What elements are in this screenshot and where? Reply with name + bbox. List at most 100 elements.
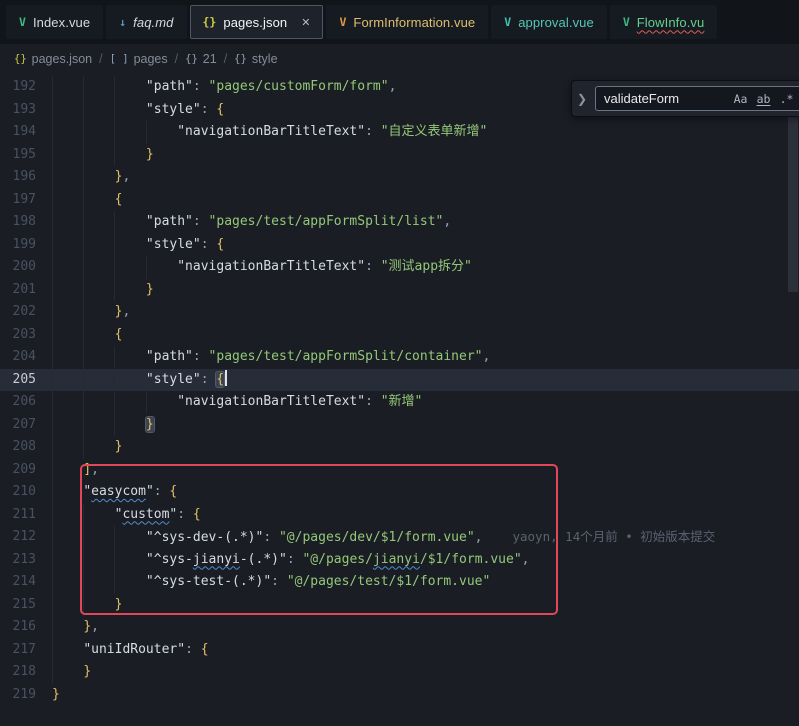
code-line[interactable]: 195 } — [0, 144, 799, 167]
regex-toggle[interactable]: .* — [776, 88, 797, 109]
indent-guide — [52, 459, 53, 482]
breadcrumb-item-21[interactable]: {}21 — [185, 52, 217, 66]
code-token: } — [146, 417, 154, 432]
toggle-replace-chevron-icon[interactable]: ❯ — [577, 92, 589, 106]
tab-label: faq.md — [133, 15, 173, 30]
code-token: jianyi — [373, 552, 420, 567]
line-number[interactable]: 219 — [0, 684, 52, 707]
breadcrumb-item-pages-json[interactable]: {}pages.json — [14, 52, 92, 66]
line-number[interactable]: 202 — [0, 301, 52, 324]
code-line[interactable]: 204 "path": "pages/test/appFormSplit/con… — [0, 346, 799, 369]
line-number[interactable]: 199 — [0, 234, 52, 257]
whole-word-toggle[interactable]: ab — [753, 88, 774, 109]
code-token: "@/pages/ — [302, 552, 372, 567]
line-number[interactable]: 217 — [0, 639, 52, 662]
line-number[interactable]: 194 — [0, 121, 52, 144]
code-line[interactable]: 215 } — [0, 594, 799, 617]
code-line[interactable]: 197 { — [0, 189, 799, 212]
vue-icon: V — [339, 15, 346, 29]
code-token: : — [154, 484, 170, 499]
line-number[interactable]: 215 — [0, 594, 52, 617]
tab-faq-md[interactable]: ↓faq.md — [106, 5, 186, 39]
code-token: "^sys-test-(.*)" — [146, 574, 271, 589]
code-line[interactable]: 209 ], — [0, 459, 799, 482]
code-text: "custom": { — [52, 504, 799, 527]
code-line[interactable]: 214 "^sys-test-(.*)": "@/pages/test/$1/f… — [0, 571, 799, 594]
line-number[interactable]: 196 — [0, 166, 52, 189]
code-line[interactable]: 207 } — [0, 414, 799, 437]
code-line[interactable]: 205 "style": { — [0, 369, 799, 392]
line-number[interactable]: 210 — [0, 481, 52, 504]
tab-index-vue[interactable]: VIndex.vue — [6, 5, 103, 39]
vue-icon: V — [19, 15, 26, 29]
line-number[interactable]: 193 — [0, 99, 52, 122]
find-input[interactable]: validateForm Aaab.* — [595, 86, 799, 111]
editor[interactable]: 192 "path": "pages/customForm/form",193 … — [0, 74, 799, 726]
line-number[interactable]: 218 — [0, 661, 52, 684]
line-number[interactable]: 216 — [0, 616, 52, 639]
line-number[interactable]: 212 — [0, 526, 52, 549]
line-number[interactable]: 200 — [0, 256, 52, 279]
line-number[interactable]: 203 — [0, 324, 52, 347]
code-token: , — [522, 552, 530, 567]
indent-guide — [52, 99, 53, 122]
code-line[interactable]: 199 "style": { — [0, 234, 799, 257]
line-number[interactable]: 211 — [0, 504, 52, 527]
breadcrumb-item-pages[interactable]: [ ]pages — [110, 52, 168, 66]
code-token — [52, 462, 83, 477]
code-token: "pages/customForm/form" — [209, 79, 389, 94]
code-line[interactable]: 212 "^sys-dev-(.*)": "@/pages/dev/$1/for… — [0, 526, 799, 549]
match-case-toggle[interactable]: Aa — [730, 88, 751, 109]
code-line[interactable]: 196 }, — [0, 166, 799, 189]
scrollbar[interactable] — [787, 74, 799, 726]
code-line[interactable]: 202 }, — [0, 301, 799, 324]
code-line[interactable]: 219} — [0, 684, 799, 707]
tab-flowinfo-vu[interactable]: VFlowInfo.vu — [610, 5, 718, 39]
code-token: "style" — [146, 372, 201, 387]
code-line[interactable]: 216 }, — [0, 616, 799, 639]
line-number[interactable]: 209 — [0, 459, 52, 482]
code-line[interactable]: 206 "navigationBarTitleText": "新增" — [0, 391, 799, 414]
line-number[interactable]: 213 — [0, 549, 52, 572]
line-number[interactable]: 192 — [0, 76, 52, 99]
line-number[interactable]: 205 — [0, 369, 52, 392]
symbol-object-icon: {} — [234, 53, 247, 65]
line-number[interactable]: 214 — [0, 571, 52, 594]
code-line[interactable]: 201 } — [0, 279, 799, 302]
code-line[interactable]: 194 "navigationBarTitleText": "自定义表单新增" — [0, 121, 799, 144]
indent-guide — [52, 526, 53, 549]
code-token — [52, 619, 83, 634]
indent-guide — [83, 346, 84, 369]
json-icon: {} — [14, 53, 27, 65]
indent-guide — [114, 211, 115, 234]
line-number[interactable]: 206 — [0, 391, 52, 414]
indent-guide — [52, 346, 53, 369]
tab-pages-json[interactable]: {}pages.json✕ — [190, 5, 324, 39]
code-line[interactable]: 213 "^sys-jianyi-(.*)": "@/pages/jianyi/… — [0, 549, 799, 572]
code-line[interactable]: 203 { — [0, 324, 799, 347]
indent-guide — [52, 639, 53, 662]
code-line[interactable]: 200 "navigationBarTitleText": "测试app拆分" — [0, 256, 799, 279]
code-text: "easycom": { — [52, 481, 799, 504]
breadcrumb-item-style[interactable]: {}style — [234, 52, 277, 66]
line-number[interactable]: 207 — [0, 414, 52, 437]
line-number[interactable]: 197 — [0, 189, 52, 212]
close-tab-icon[interactable]: ✕ — [301, 16, 310, 29]
tab-approval-vue[interactable]: Vapproval.vue — [491, 5, 607, 39]
line-number[interactable]: 195 — [0, 144, 52, 167]
code-line[interactable]: 208 } — [0, 436, 799, 459]
code-line[interactable]: 211 "custom": { — [0, 504, 799, 527]
line-number[interactable]: 208 — [0, 436, 52, 459]
code-line[interactable]: 218 } — [0, 661, 799, 684]
line-number[interactable]: 198 — [0, 211, 52, 234]
code-line[interactable]: 198 "path": "pages/test/appFormSplit/lis… — [0, 211, 799, 234]
tab-forminformation-vue[interactable]: VFormInformation.vue — [326, 5, 488, 39]
code-text: "uniIdRouter": { — [52, 639, 799, 662]
indent-guide — [52, 616, 53, 639]
code-line[interactable]: 217 "uniIdRouter": { — [0, 639, 799, 662]
line-number[interactable]: 201 — [0, 279, 52, 302]
code-text: { — [52, 189, 799, 212]
line-number[interactable]: 204 — [0, 346, 52, 369]
code-line[interactable]: 210 "easycom": { — [0, 481, 799, 504]
text-cursor — [225, 370, 227, 386]
